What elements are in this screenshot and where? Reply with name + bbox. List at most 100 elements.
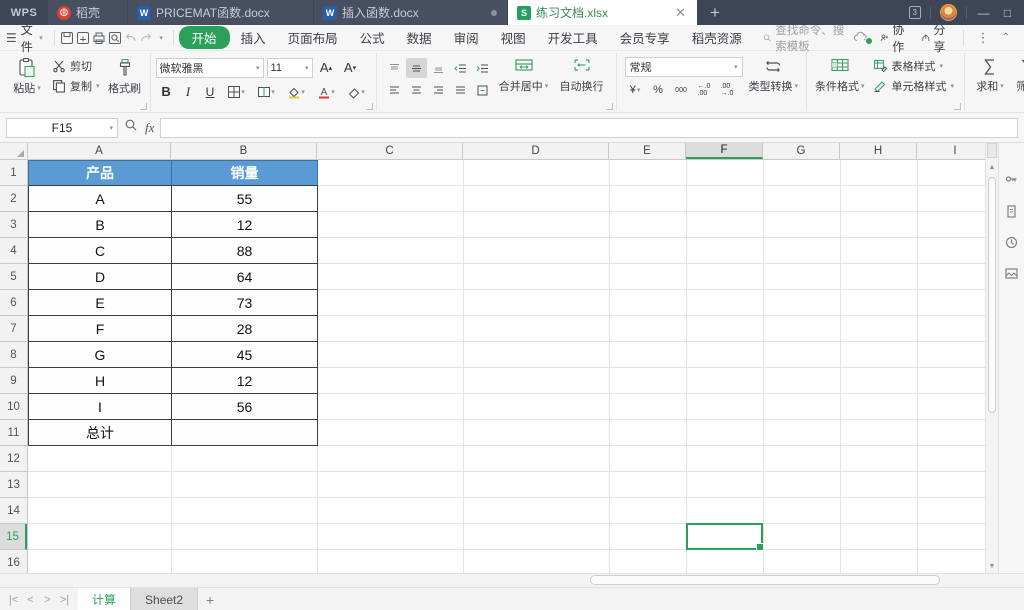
increase-indent-button[interactable] bbox=[472, 58, 493, 78]
cell-a9[interactable]: H bbox=[28, 367, 172, 394]
first-sheet-button[interactable]: |< bbox=[6, 594, 21, 606]
italic-button[interactable]: I bbox=[178, 81, 199, 102]
borders-button[interactable]: ▾ bbox=[222, 81, 251, 102]
ribbon-tab-dokee-resource[interactable]: 稻壳资源 bbox=[681, 26, 753, 49]
zoom-icon[interactable] bbox=[124, 118, 138, 137]
cell-area[interactable]: 产品 销量 A 55 B 12 C 88 D 64 E 73 F 28 G 45… bbox=[28, 160, 985, 573]
ribbon-tab-page-layout[interactable]: 页面布局 bbox=[277, 26, 349, 49]
ribbon-tab-formulas[interactable]: 公式 bbox=[349, 26, 396, 49]
row-header-12[interactable]: 12 bbox=[0, 446, 27, 472]
share-button[interactable]: 分享 bbox=[917, 21, 954, 55]
undo-icon[interactable] bbox=[123, 28, 139, 48]
copy-button[interactable]: 复制 ▾ bbox=[49, 77, 103, 95]
close-icon[interactable]: ✕ bbox=[674, 6, 687, 19]
split-handle[interactable] bbox=[987, 143, 997, 158]
decrease-decimal-button[interactable]: .00 →.0 bbox=[717, 80, 738, 100]
ribbon-tab-view[interactable]: 视图 bbox=[490, 26, 537, 49]
lock-icon[interactable] bbox=[1004, 173, 1019, 193]
type-convert-button[interactable]: 类型转换 ▾ bbox=[746, 53, 802, 94]
percent-format-button[interactable]: % bbox=[648, 80, 669, 100]
new-tab-button[interactable]: + bbox=[698, 0, 732, 25]
collapse-ribbon-icon[interactable]: ⌃ bbox=[998, 32, 1014, 43]
active-cell-selection[interactable] bbox=[686, 523, 764, 551]
ribbon-tab-insert[interactable]: 插入 bbox=[230, 26, 277, 49]
row-header-14[interactable]: 14 bbox=[0, 498, 27, 524]
currency-format-button[interactable]: ¥ ▾ bbox=[625, 80, 646, 100]
row-header-2[interactable]: 2 bbox=[0, 186, 27, 212]
format-painter-button[interactable]: 格式刷 bbox=[105, 53, 145, 96]
sheet-tab-calculation[interactable]: 计算 bbox=[78, 588, 132, 610]
row-header-1[interactable]: 1 bbox=[0, 160, 27, 186]
ribbon-tab-developer[interactable]: 开发工具 bbox=[537, 26, 609, 49]
next-sheet-button[interactable]: > bbox=[40, 594, 55, 606]
row-header-11[interactable]: 11 bbox=[0, 420, 27, 446]
cell-style-button[interactable]: 单元格样式 ▾ bbox=[870, 77, 958, 95]
column-header-b[interactable]: B bbox=[171, 143, 317, 159]
column-header-f[interactable]: F bbox=[686, 143, 763, 159]
hamburger-icon[interactable]: ☰ bbox=[6, 31, 17, 45]
justify-button[interactable] bbox=[450, 80, 471, 100]
cell-b9[interactable]: 12 bbox=[171, 367, 318, 394]
align-left-button[interactable] bbox=[384, 80, 405, 100]
row-header-6[interactable]: 6 bbox=[0, 290, 27, 316]
print-icon[interactable] bbox=[91, 28, 107, 48]
ribbon-tab-home[interactable]: 开始 bbox=[178, 26, 230, 49]
row-header-15[interactable]: 15 bbox=[0, 524, 27, 550]
filter-button[interactable]: 筛选▾ bbox=[1010, 53, 1024, 94]
cell-b1[interactable]: 销量 bbox=[171, 160, 318, 186]
select-all-corner[interactable] bbox=[0, 143, 28, 159]
cell-a5[interactable]: D bbox=[28, 263, 172, 290]
comma-format-button[interactable]: 000 bbox=[671, 80, 692, 100]
maximize-button[interactable]: □ bbox=[1000, 6, 1015, 20]
quick-access-more-icon[interactable]: ▾ bbox=[159, 34, 163, 42]
cell-b2[interactable]: 55 bbox=[171, 185, 318, 212]
row-header-9[interactable]: 9 bbox=[0, 368, 27, 394]
align-middle-button[interactable] bbox=[405, 58, 427, 78]
formula-input[interactable] bbox=[160, 117, 1018, 138]
cell-b3[interactable]: 12 bbox=[171, 211, 318, 238]
cell-a3[interactable]: B bbox=[28, 211, 172, 238]
history-icon[interactable] bbox=[1004, 235, 1019, 255]
horizontal-scrollbar[interactable] bbox=[580, 574, 1024, 587]
row-header-5[interactable]: 5 bbox=[0, 264, 27, 290]
column-header-i[interactable]: I bbox=[917, 143, 985, 159]
cell-a4[interactable]: C bbox=[28, 237, 172, 264]
decrease-indent-button[interactable] bbox=[450, 58, 471, 78]
row-header-8[interactable]: 8 bbox=[0, 342, 27, 368]
avatar[interactable] bbox=[940, 4, 957, 21]
align-bottom-button[interactable] bbox=[428, 58, 449, 78]
bold-button[interactable]: B bbox=[156, 81, 177, 102]
save-icon[interactable] bbox=[59, 28, 75, 48]
document-tab-practice-xlsx[interactable]: S 练习文档.xlsx ✕ bbox=[508, 0, 698, 25]
horizontal-scroll-thumb[interactable] bbox=[590, 575, 940, 585]
cut-button[interactable]: 剪切 bbox=[49, 57, 103, 75]
collaborate-button[interactable]: 协作 bbox=[876, 21, 913, 55]
print-preview-icon[interactable] bbox=[107, 28, 123, 48]
vertical-scroll-thumb[interactable] bbox=[988, 177, 996, 413]
cell-a6[interactable]: E bbox=[28, 289, 172, 316]
column-header-e[interactable]: E bbox=[609, 143, 686, 159]
cloud-sync-icon[interactable] bbox=[849, 30, 873, 45]
increase-font-size-button[interactable]: A ▴ bbox=[316, 57, 337, 78]
wrap-text-button[interactable]: 自动换行 bbox=[553, 53, 611, 94]
column-header-c[interactable]: C bbox=[317, 143, 463, 159]
align-top-button[interactable] bbox=[384, 58, 405, 78]
scroll-up-button[interactable]: ▲ bbox=[986, 160, 998, 174]
paste-button[interactable]: 粘贴 ▾ bbox=[7, 53, 47, 96]
align-right-button[interactable] bbox=[428, 80, 449, 100]
decrease-font-size-button[interactable]: A ▾ bbox=[340, 57, 361, 78]
text-orientation-button[interactable] bbox=[472, 80, 493, 100]
cell-a11[interactable]: 总计 bbox=[28, 419, 172, 446]
cell-b7[interactable]: 28 bbox=[171, 315, 318, 342]
add-sheet-button[interactable]: + bbox=[198, 588, 222, 610]
column-header-d[interactable]: D bbox=[463, 143, 609, 159]
document-tab-insert-function[interactable]: W 插入函数.docx bbox=[314, 0, 508, 25]
column-header-a[interactable]: A bbox=[28, 143, 171, 159]
column-header-g[interactable]: G bbox=[763, 143, 840, 159]
document-tab-pricemat[interactable]: W PRICEMAT函数.docx bbox=[128, 0, 314, 25]
minimize-button[interactable]: — bbox=[976, 6, 991, 20]
cell-b4[interactable]: 88 bbox=[171, 237, 318, 264]
autosum-button[interactable]: 求和 ▾ bbox=[970, 53, 1010, 94]
merge-center-button[interactable]: 合并居中 ▾ bbox=[495, 53, 553, 94]
number-format-select[interactable]: 常规 ▾ bbox=[624, 57, 743, 77]
